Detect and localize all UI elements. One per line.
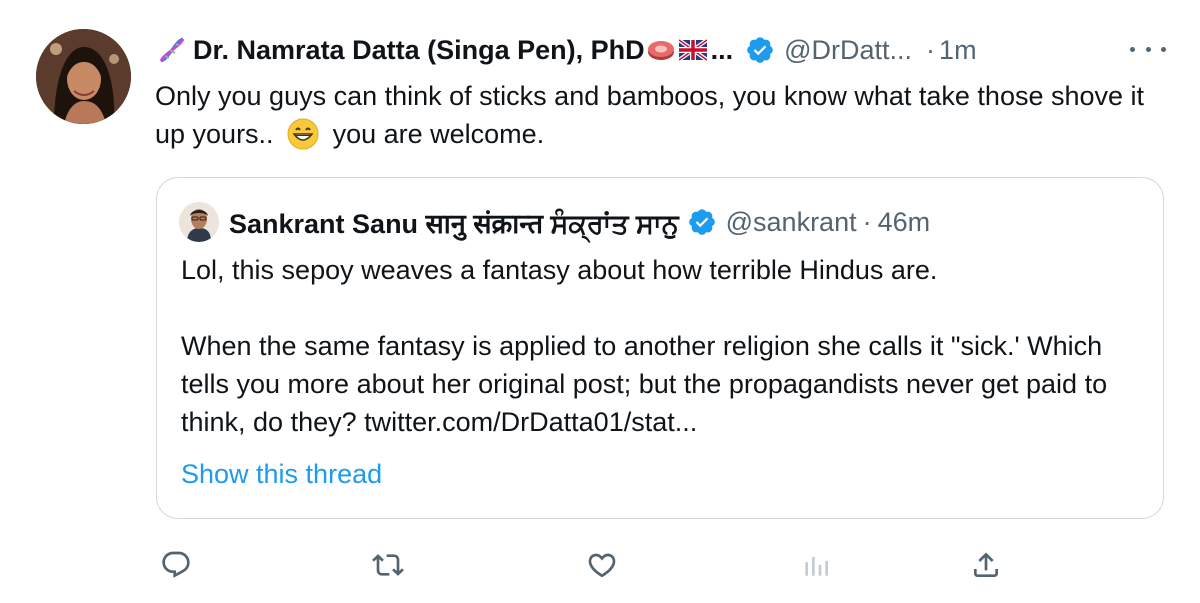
quoted-tweet-header: Sankrant Sanu सानु संक्रान्त ਸੰਕ੍ਰਾਂਤ ਸਾ… (179, 202, 930, 242)
avatar[interactable] (36, 29, 131, 124)
quoted-timestamp[interactable]: 46m (878, 207, 931, 238)
display-name[interactable]: Dr. Namrata Datta (Singa Pen), PhD (193, 35, 645, 66)
tweet-timestamp[interactable]: 1m (939, 35, 977, 66)
quoted-avatar[interactable] (179, 202, 219, 242)
tweet-text: Only you guys can think of sticks and ba… (155, 77, 1155, 153)
name-truncation: ... (710, 34, 734, 65)
like-icon[interactable] (582, 545, 622, 585)
quoted-tweet[interactable]: Sankrant Sanu सानु संक्रान्त ਸੰਕ੍ਰਾਂਤ ਸਾ… (156, 177, 1164, 519)
action-bar (0, 545, 1200, 590)
more-icon[interactable] (1130, 35, 1166, 63)
quoted-paragraph-2: When the same fantasy is applied to anot… (181, 331, 1108, 437)
separator-dot: · (926, 34, 936, 65)
author-handle[interactable]: @DrDatt... (784, 35, 912, 66)
separator-dot: · (862, 206, 872, 237)
show-thread-link[interactable]: Show this thread (181, 459, 382, 490)
meat-emoji-icon (647, 41, 674, 60)
quoted-tweet-text: Lol, this sepoy weaves a fantasy about h… (181, 251, 1141, 441)
quoted-display-name[interactable]: Sankrant Sanu सानु संक्रान्त ਸੰਕ੍ਰਾਂਤ ਸਾ… (229, 204, 679, 241)
tweet-text-part2: you are welcome. (332, 119, 545, 149)
dna-icon (159, 37, 185, 63)
share-icon[interactable] (966, 545, 1006, 585)
quoted-paragraph-1: Lol, this sepoy weaves a fantasy about h… (181, 255, 938, 285)
tweet-header: Dr. Namrata Datta (Singa Pen), PhD ... @… (155, 30, 977, 70)
quoted-handle[interactable]: @sankrant (726, 207, 857, 238)
grinning-face-icon (287, 118, 319, 150)
verified-badge-icon (747, 37, 773, 63)
uk-flag-icon (678, 39, 707, 61)
reply-icon[interactable] (156, 545, 196, 585)
tweet[interactable]: Dr. Namrata Datta (Singa Pen), PhD ... @… (0, 0, 1200, 603)
analytics-icon[interactable] (796, 545, 836, 585)
retweet-icon[interactable] (368, 545, 408, 585)
verified-badge-icon (688, 209, 715, 235)
